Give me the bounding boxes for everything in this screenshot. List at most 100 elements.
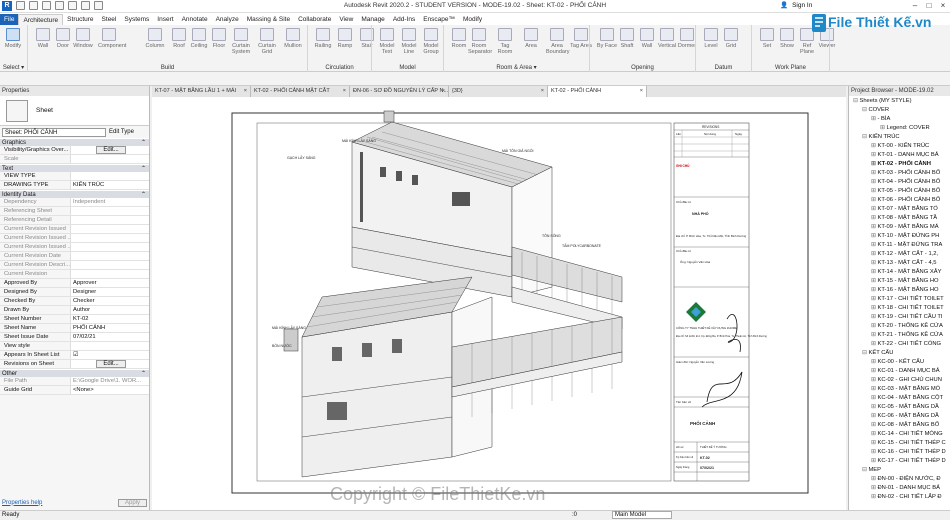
browser-item[interactable]: ⊟ MEP [849, 466, 950, 475]
document-tab-2[interactable]: ĐN-06 - SƠ ĐỒ NGUYÊN LÝ CẤP N... × [350, 86, 449, 97]
browser-item[interactable]: ⊞ KC-05 - MẶT BẰNG DẦ [849, 403, 950, 412]
browser-item[interactable]: ⊞ KC-00 - KẾT CẤU [849, 358, 950, 367]
ribbon-tab-4[interactable]: Systems [120, 14, 153, 25]
close-tab-icon[interactable]: × [343, 86, 346, 97]
browser-item[interactable]: ⊞ KT-04 - PHỐI CẢNH BỐ [849, 178, 950, 187]
document-tab-0[interactable]: KT-07 - MẶT BẰNG LẦU 1 + MÁI × [152, 86, 251, 97]
browser-item[interactable]: ⊞ KT-15 - MẶT BẰNG HO [849, 277, 950, 286]
sign-in-link[interactable]: Sign In [792, 2, 812, 9]
property-group[interactable]: Other ⌃ [0, 369, 149, 377]
ribbon-tab-12[interactable]: Add-Ins [389, 14, 419, 25]
ribbon-tab-1[interactable]: Architecture [18, 14, 64, 25]
collapse-icon[interactable]: ⌃ [141, 191, 146, 199]
browser-item[interactable]: ⊞ KT-00 - KIẾN TRÚC [849, 142, 950, 151]
browser-item[interactable]: ⊞ KT-22 - CHI TIẾT CỔNG [849, 340, 950, 349]
browser-item[interactable]: ⊞ KT-20 - THỐNG KÊ CỬA [849, 322, 950, 331]
close-tab-icon[interactable]: × [640, 86, 643, 97]
browser-item[interactable]: ⊞ KT-18 - CHI TIẾT TOILET [849, 304, 950, 313]
apply-button[interactable]: Apply [117, 498, 147, 507]
browser-item[interactable]: ⊞ KC-01 - DANH MỤC BẢ [849, 367, 950, 376]
browser-item[interactable]: ⊞ KC-14 - CHI TIẾT MÓNG [849, 430, 950, 439]
edit-type-button[interactable]: Edit Type [109, 129, 134, 135]
property-value[interactable]: KT-02 [71, 315, 149, 323]
browser-item[interactable]: ⊞ - BÌA [849, 115, 950, 124]
browser-item[interactable]: ⊞ KT-17 - CHI TIẾT TOILET [849, 295, 950, 304]
browser-item[interactable]: ⊞ KC-06 - MẶT BẰNG DẦ [849, 412, 950, 421]
browser-item[interactable]: ⊞ KT-02 - PHỐI CẢNH [849, 160, 950, 169]
property-value[interactable]: PHỐI CẢNH [71, 324, 149, 332]
user-icon[interactable]: 👤 [780, 1, 788, 9]
browser-item[interactable]: ⊞ KT-11 - MẶT ĐỨNG TRA [849, 241, 950, 250]
close-icon[interactable]: × [936, 0, 950, 12]
ribbon-tab-3[interactable]: Steel [98, 14, 121, 25]
ribbon-tab-0[interactable]: File [0, 14, 19, 25]
collapse-icon[interactable]: ⌃ [141, 165, 146, 173]
document-tab-4[interactable]: KT-02 - PHỐI CẢNH × [548, 86, 647, 97]
property-value[interactable]: ☑ [71, 351, 149, 359]
browser-item[interactable]: ⊞ KT-13 - MẶT CẮT - 4,5 [849, 259, 950, 268]
ribbon-tab-2[interactable]: Structure [63, 14, 97, 25]
document-tab-3[interactable]: {3D} × [449, 86, 548, 97]
edit-button[interactable]: Edit... [96, 146, 126, 154]
property-group[interactable]: Identity Data ⌃ [0, 190, 149, 198]
property-value[interactable]: Checker [71, 297, 149, 305]
browser-item[interactable]: ⊞ ĐN-00 - ĐIỆN NƯỚC, Đ [849, 475, 950, 484]
browser-item[interactable]: ⊞ ĐN-02 - CHI TIẾT LẮP Đ [849, 493, 950, 502]
browser-item[interactable]: ⊞ KT-01 - DANH MỤC BẢ [849, 151, 950, 160]
browser-item[interactable]: ⊟ COVER [849, 106, 950, 115]
ribbon-tab-10[interactable]: View [335, 14, 357, 25]
maximize-icon[interactable]: □ [922, 0, 936, 12]
ribbon-tab-9[interactable]: Collaborate [294, 14, 335, 25]
ribbon-tab-14[interactable]: Modify [459, 14, 486, 25]
browser-item[interactable]: ⊞ KC-17 - CHI TIẾT THÉP D [849, 457, 950, 466]
browser-item[interactable]: ⊞ KT-12 - MẶT CẮT - 1,2, [849, 250, 950, 259]
browser-item[interactable]: ⊞ KC-04 - MẶT BẰNG CỘT [849, 394, 950, 403]
browser-item[interactable]: ⊞ KT-06 - PHỐI CẢNH BỐ [849, 196, 950, 205]
browser-item[interactable]: ⊞ KT-10 - MẶT ĐỨNG PH [849, 232, 950, 241]
property-value[interactable]: Edit... [71, 360, 149, 368]
ribbon-tab-7[interactable]: Analyze [212, 14, 243, 25]
ribbon-tab-6[interactable]: Annotate [178, 14, 212, 25]
browser-item[interactable]: ⊞ KT-09 - MẶT BẰNG MÁ [849, 223, 950, 232]
browser-item[interactable]: ⊞ KT-03 - PHỐI CẢNH BỐ [849, 169, 950, 178]
property-value[interactable] [71, 342, 149, 350]
property-value[interactable] [71, 172, 149, 180]
type-selector[interactable]: Sheet [0, 96, 149, 126]
browser-item[interactable]: ⊞ KC-02 - GHI CHÚ CHUN [849, 376, 950, 385]
collapse-icon[interactable]: ⌃ [141, 139, 146, 147]
property-value[interactable]: Designer [71, 288, 149, 296]
browser-item[interactable]: ⊞ KC-08 - MẶT BẰNG BỐ [849, 421, 950, 430]
ribbon-tab-11[interactable]: Manage [357, 14, 389, 25]
edit-button[interactable]: Edit... [96, 360, 126, 368]
properties-help-link[interactable]: Properties help [2, 500, 42, 506]
drawing-canvas[interactable]: REVISIONS Lần Nội dung Ngày GHI CHÚ Chủ đầu t… [152, 97, 846, 510]
instance-selector[interactable]: Sheet: PHỐI CẢNH [2, 127, 106, 137]
browser-item[interactable]: ⊞ KT-19 - CHI TIẾT CẦU TI [849, 313, 950, 322]
browser-item[interactable]: ⊞ KC-03 - MẶT BẰNG MÓ [849, 385, 950, 394]
browser-item[interactable]: ⊞ KT-14 - MẶT BẰNG XÂY [849, 268, 950, 277]
property-value[interactable]: Approver [71, 279, 149, 287]
collapse-icon[interactable]: ⌃ [141, 370, 146, 378]
document-tab-1[interactable]: KT-02 - PHỐI CẢNH MẶT CẮT × [251, 86, 350, 97]
browser-item[interactable]: ⊞ KT-16 - MẶT BẰNG HO [849, 286, 950, 295]
browser-item[interactable]: ⊞ KC-15 - CHI TIẾT THÉP C [849, 439, 950, 448]
browser-item[interactable]: ⊞ KT-05 - PHỐI CẢNH BỐ [849, 187, 950, 196]
browser-item[interactable]: ⊞ KC-16 - CHI TIẾT THÉP D [849, 448, 950, 457]
ribbon-tab-8[interactable]: Massing & Site [243, 14, 294, 25]
browser-item[interactable]: ⊟ Sheets (MY STYLE) [849, 97, 950, 106]
property-value[interactable]: <None> [71, 386, 149, 394]
browser-item[interactable]: ⊞ Legend: COVER [849, 124, 950, 133]
close-tab-icon[interactable]: × [541, 86, 544, 97]
browser-item[interactable]: ⊟ KẾT CẤU [849, 349, 950, 358]
ribbon-tab-13[interactable]: Enscape™ [419, 14, 459, 25]
property-group[interactable]: Text ⌃ [0, 164, 149, 172]
property-value[interactable]: Edit... [71, 146, 149, 154]
active-model[interactable]: Main Model [612, 511, 672, 519]
property-value[interactable]: 07/02/21 [71, 333, 149, 341]
property-group[interactable]: Graphics ⌃ [0, 138, 149, 146]
close-tab-icon[interactable]: × [442, 86, 445, 97]
browser-item[interactable]: ⊞ KT-21 - THỐNG KÊ CỬA [849, 331, 950, 340]
browser-item[interactable]: ⊟ KIẾN TRÚC [849, 133, 950, 142]
browser-item[interactable]: ⊞ KT-08 - MẶT BẰNG TẦ [849, 214, 950, 223]
browser-item[interactable]: ⊞ ĐN-01 - DANH MỤC BẢ [849, 484, 950, 493]
